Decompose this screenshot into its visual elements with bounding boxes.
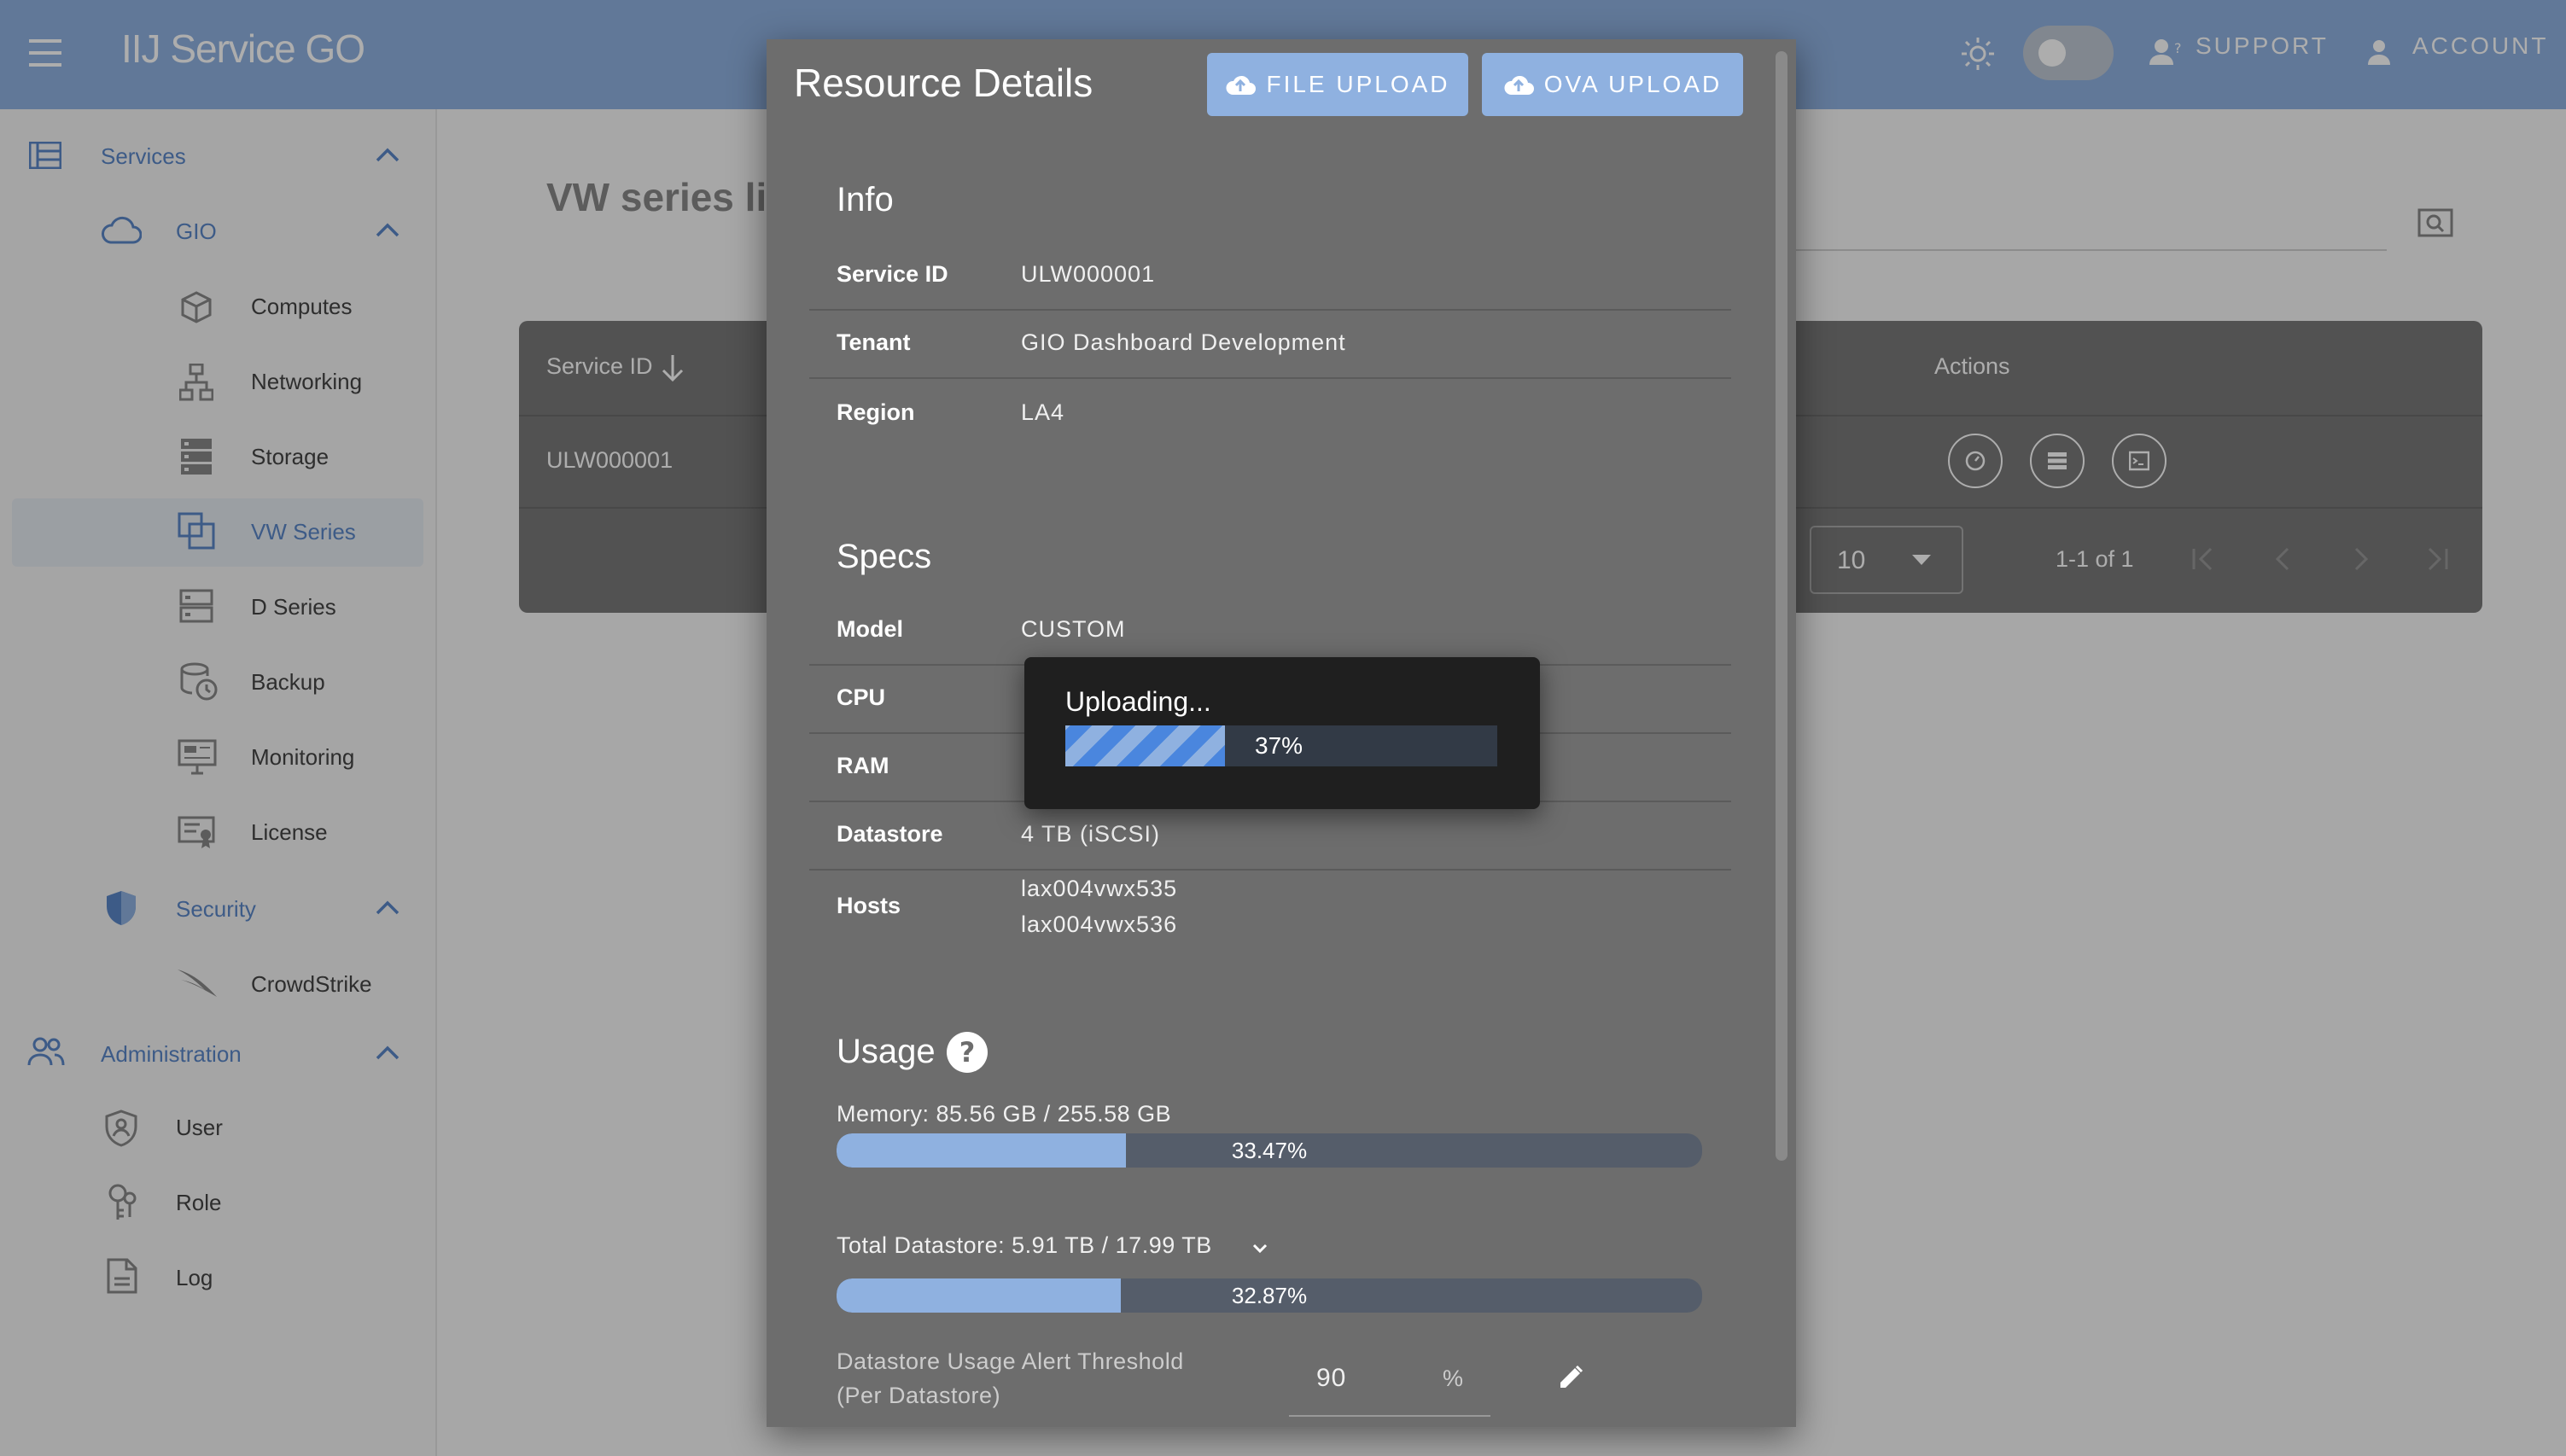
- cpu-label: CPU: [837, 684, 886, 710]
- upload-progress-bar: 37%: [1065, 725, 1497, 766]
- threshold-label: (Per Datastore): [837, 1383, 1001, 1408]
- edit-icon[interactable]: [1557, 1364, 1584, 1391]
- specs-heading: Specs: [837, 538, 932, 575]
- threshold-unit: %: [1443, 1366, 1465, 1391]
- datastore-usage-label: Total Datastore: 5.91 TB / 17.99 TB: [837, 1232, 1212, 1258]
- hosts-label: Hosts: [837, 893, 901, 918]
- memory-usage-bar: 33.47%: [837, 1133, 1702, 1168]
- threshold-input[interactable]: 90: [1316, 1364, 1346, 1393]
- cloud-upload-icon: [1504, 75, 1534, 95]
- ova-upload-button[interactable]: OVA UPLOAD: [1482, 53, 1743, 116]
- upload-progress-percent: 37%: [1255, 732, 1303, 759]
- row-divider: [809, 377, 1731, 379]
- svg-text:?: ?: [959, 1036, 976, 1069]
- service-id-label: Service ID: [837, 261, 948, 287]
- row-divider: [809, 309, 1731, 311]
- memory-usage-label: Memory: 85.56 GB / 255.58 GB: [837, 1101, 1172, 1127]
- region-label: Region: [837, 399, 915, 425]
- model-value: CUSTOM: [1021, 616, 1126, 642]
- datastore-usage-percent: 32.87%: [1231, 1282, 1308, 1308]
- threshold-input-underline: [1289, 1415, 1490, 1417]
- datastore-label: Datastore: [837, 821, 943, 847]
- datastore-usage-bar: 32.87%: [837, 1278, 1702, 1313]
- tenant-value: GIO Dashboard Development: [1021, 329, 1346, 355]
- model-label: Model: [837, 616, 903, 642]
- cloud-upload-icon: [1226, 75, 1257, 95]
- usage-heading: Usage: [837, 1033, 936, 1070]
- ram-label: RAM: [837, 753, 889, 778]
- chevron-down-icon[interactable]: [1251, 1243, 1268, 1255]
- upload-status: Uploading...: [1065, 686, 1211, 717]
- host-value: lax004vwx535: [1021, 876, 1178, 901]
- service-id-value: ULW000001: [1021, 261, 1156, 287]
- upload-progress-toast: Uploading... 37%: [1024, 657, 1540, 809]
- threshold-label: Datastore Usage Alert Threshold: [837, 1348, 1184, 1374]
- file-upload-label: FILE UPLOAD: [1266, 71, 1450, 97]
- dialog-title: Resource Details: [794, 61, 1093, 105]
- datastore-value: 4 TB (iSCSI): [1021, 821, 1161, 847]
- file-upload-button[interactable]: FILE UPLOAD: [1207, 53, 1468, 116]
- tenant-label: Tenant: [837, 329, 911, 355]
- info-heading: Info: [837, 181, 894, 218]
- row-divider: [809, 869, 1731, 871]
- memory-usage-percent: 33.47%: [1231, 1137, 1308, 1163]
- ova-upload-label: OVA UPLOAD: [1543, 71, 1723, 97]
- upload-progress-fill: [1065, 725, 1226, 766]
- region-value: LA4: [1021, 399, 1065, 425]
- dialog-scrollbar[interactable]: [1776, 51, 1787, 1161]
- host-value: lax004vwx536: [1021, 911, 1178, 937]
- help-icon[interactable]: ?: [946, 1031, 988, 1074]
